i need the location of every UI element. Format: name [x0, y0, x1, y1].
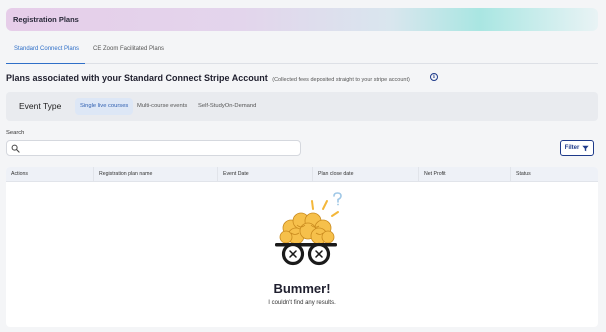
page-banner: Registration Plans: [6, 8, 598, 31]
column-header-event-date[interactable]: Event Date: [218, 167, 313, 182]
confused-brain-icon: [275, 192, 342, 266]
empty-state-message: I couldn't find any results.: [268, 300, 336, 306]
info-icon[interactable]: i: [430, 73, 438, 81]
filter-icon: [582, 145, 589, 151]
event-type-multi-course-events[interactable]: Multi-course events: [132, 98, 192, 115]
event-type-label: Event Type: [19, 101, 62, 111]
event-type-single-live-courses[interactable]: Single live courses: [75, 98, 134, 115]
filter-button[interactable]: Filter: [560, 140, 594, 156]
search-icon: [11, 144, 20, 153]
section-subtitle: (Collected fees deposited straight to yo…: [272, 77, 410, 83]
section-heading: Plans associated with your Standard Conn…: [6, 73, 410, 83]
tab-standard-connect-plans[interactable]: Standard Connect Plans: [14, 46, 79, 52]
search-field[interactable]: [6, 140, 301, 156]
search-label: Search: [6, 130, 25, 136]
section-title: Plans associated with your Standard Conn…: [6, 73, 268, 83]
active-tab-indicator: [6, 62, 85, 64]
empty-state-title: Bummer!: [273, 281, 331, 296]
column-header-plan-close-date[interactable]: Plan close date: [313, 167, 419, 182]
filter-button-label: Filter: [564, 145, 580, 151]
plans-table: Actions Registration plan name Event Dat…: [6, 167, 598, 327]
event-type-filter: Event Type Single live courses Multi-cou…: [6, 92, 598, 121]
tab-ce-zoom-facilitated-plans[interactable]: CE Zoom Facilitated Plans: [93, 46, 164, 52]
column-header-actions[interactable]: Actions: [6, 167, 94, 182]
event-type-self-study-on-demand[interactable]: Self-StudyOn-Demand: [193, 98, 261, 115]
search-input[interactable]: [22, 142, 298, 154]
column-header-registration-plan-name[interactable]: Registration plan name: [94, 167, 218, 182]
plan-tabs: Standard Connect Plans CE Zoom Facilitat…: [6, 40, 598, 64]
page-title: Registration Plans: [13, 15, 79, 24]
column-header-net-profit[interactable]: Net Profit: [419, 167, 511, 182]
column-header-status[interactable]: Status: [511, 167, 598, 182]
table-header: Actions Registration plan name Event Dat…: [6, 167, 598, 182]
